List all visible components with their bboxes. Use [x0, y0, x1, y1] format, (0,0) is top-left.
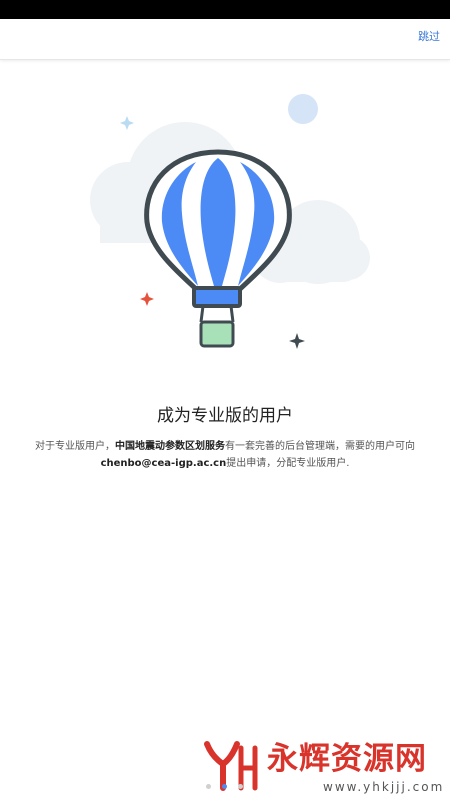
onboarding-screen: 跳过 成为专业版的用户 对于专业版用户，中国地震动参数区划服务有一套完善的后台管… [0, 0, 450, 800]
page-title: 成为专业版的用户 [157, 406, 293, 426]
sparkle-dark-icon [289, 333, 305, 349]
hot-air-balloon-illustration [90, 94, 370, 349]
watermark-text: 永辉资源网 [267, 741, 427, 777]
decor-circle [288, 94, 318, 124]
contact-email: chenbo@cea-igp.ac.cn [100, 458, 227, 469]
sparkle-red-icon [140, 292, 154, 306]
status-bar [0, 0, 450, 19]
watermark-url: www.yhkjjj.com [323, 780, 445, 794]
page-dot-3[interactable] [238, 784, 243, 789]
page-dot-2[interactable] [222, 784, 227, 789]
skip-button[interactable]: 跳过 [418, 30, 440, 44]
desc-prefix: 对于专业版用户， [35, 441, 115, 452]
desc-suffix: 提出申请，分配专业版用户. [226, 458, 350, 469]
balloon-basket [199, 320, 235, 348]
desc-service-name: 中国地震动参数区划服务 [115, 441, 225, 452]
page-indicator [200, 784, 250, 794]
sparkle-blue-icon [120, 116, 134, 130]
top-bar: 跳过 [0, 19, 450, 60]
desc-middle: 有一套完善的后台管理端，需要的用户可向 [225, 441, 415, 452]
description-text: 对于专业版用户，中国地震动参数区划服务有一套完善的后台管理端，需要的用户可向 ch… [25, 438, 425, 472]
page-dot-1[interactable] [206, 784, 211, 789]
balloon-band [192, 286, 242, 308]
